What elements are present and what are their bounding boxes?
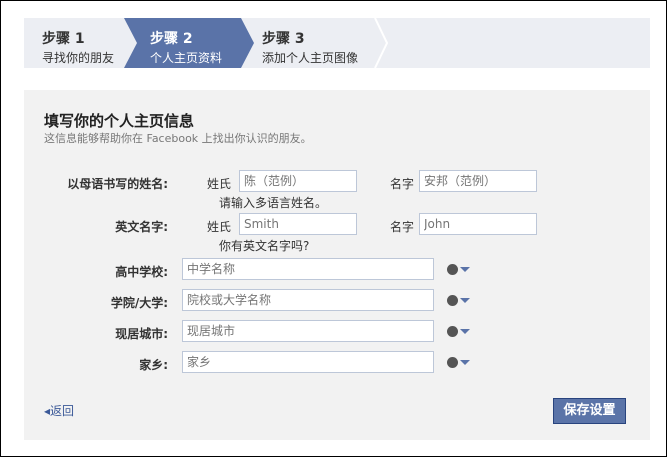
- back-link[interactable]: ◂返回: [44, 402, 74, 419]
- native-first-label: 名字: [390, 177, 415, 191]
- english-name-label: 英文名字:: [115, 220, 168, 234]
- native-name-label: 以母语书写的姓名:: [67, 177, 168, 191]
- dropdown-arrow-icon[interactable]: [460, 360, 470, 365]
- step-title: 步骤 2: [150, 31, 193, 47]
- save-settings-button[interactable]: 保存设置: [553, 398, 626, 424]
- step-1: 步骤 1 寻找你的朋友: [24, 18, 129, 68]
- step-title: 步骤 1: [42, 31, 85, 47]
- privacy-globe-icon[interactable]: [447, 295, 458, 306]
- high-school-input[interactable]: [182, 258, 434, 280]
- native-first-name-input[interactable]: [419, 170, 537, 192]
- college-label: 学院/大学:: [110, 296, 168, 310]
- step-2-active: 步骤 2 个人主页资料: [124, 18, 254, 68]
- step-subtitle: 个人主页资料: [150, 51, 223, 65]
- native-last-label: 姓氏: [207, 177, 232, 191]
- hometown-label: 家乡:: [139, 358, 168, 372]
- form-title: 填写你的个人主页信息: [44, 112, 195, 130]
- back-label: 返回: [50, 404, 75, 418]
- profile-form-panel: 填写你的个人主页信息 这信息能够帮助你在 Facebook 上找出你认识的朋友。…: [24, 90, 650, 440]
- step-3: 步骤 3 添加个人主页图像: [244, 18, 394, 68]
- english-first-label: 名字: [390, 220, 415, 234]
- dropdown-arrow-icon[interactable]: [460, 329, 470, 334]
- english-first-name-input[interactable]: [419, 213, 537, 235]
- privacy-globe-icon[interactable]: [447, 326, 458, 337]
- form-subtitle: 这信息能够帮助你在 Facebook 上找出你认识的朋友。: [44, 132, 312, 145]
- chevron-divider-icon: [374, 18, 388, 68]
- high-school-label: 高中学校:: [115, 265, 168, 279]
- native-last-name-input[interactable]: [239, 170, 357, 192]
- hometown-input[interactable]: [182, 351, 434, 373]
- step-progress-bar: 步骤 1 寻找你的朋友 步骤 2 个人主页资料 步骤 3 添加个人主页图像: [24, 18, 650, 68]
- privacy-globe-icon[interactable]: [447, 357, 458, 368]
- current-city-input[interactable]: [182, 320, 434, 342]
- english-last-name-input[interactable]: [239, 213, 357, 235]
- dropdown-arrow-icon[interactable]: [460, 267, 470, 272]
- dropdown-arrow-icon[interactable]: [460, 298, 470, 303]
- privacy-globe-icon[interactable]: [447, 264, 458, 275]
- college-input[interactable]: [182, 289, 434, 311]
- english-name-hint: 你有英文名字吗?: [219, 239, 310, 253]
- english-last-label: 姓氏: [207, 220, 232, 234]
- native-name-hint: 请输入多语言姓名。: [219, 196, 328, 210]
- current-city-label: 现居城市:: [115, 327, 168, 341]
- step-subtitle: 寻找你的朋友: [42, 51, 115, 65]
